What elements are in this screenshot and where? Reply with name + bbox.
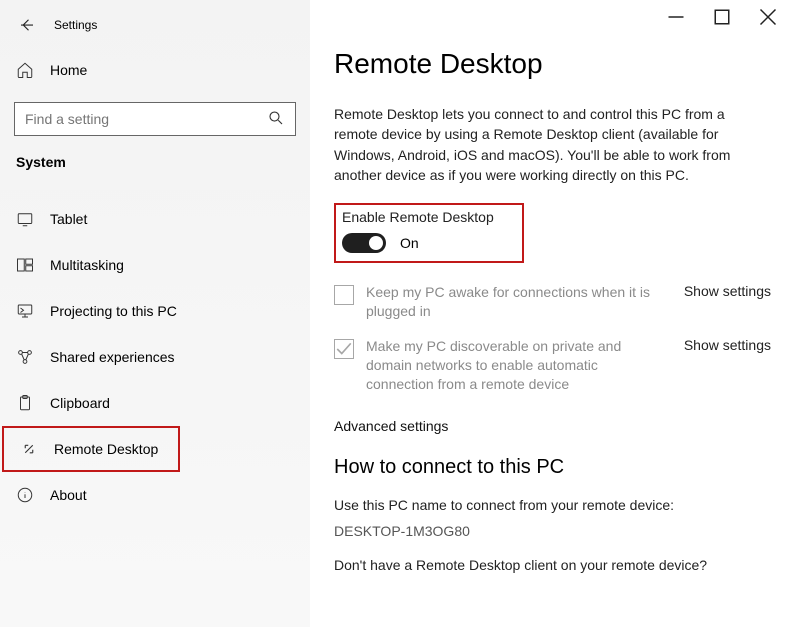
- minimize-icon: [667, 8, 685, 26]
- discoverable-checkbox[interactable]: [334, 339, 354, 359]
- pc-name: DESKTOP-1M3OG80: [334, 523, 771, 539]
- home-icon: [16, 61, 34, 79]
- nav-label: Remote Desktop: [54, 441, 158, 457]
- app-title: Settings: [46, 18, 97, 32]
- main-pane: Remote Desktop Remote Desktop lets you c…: [310, 0, 795, 627]
- search-input[interactable]: [25, 111, 267, 127]
- enable-toggle-block: Enable Remote Desktop On: [334, 203, 524, 263]
- page-title: Remote Desktop: [334, 48, 771, 80]
- tablet-icon: [16, 210, 34, 228]
- close-button[interactable]: [745, 2, 791, 32]
- nav-label: Shared experiences: [50, 349, 175, 365]
- nav-label: About: [50, 487, 87, 503]
- home-label: Home: [50, 62, 87, 78]
- nav-item-remote-desktop[interactable]: Remote Desktop: [2, 426, 180, 472]
- arrow-left-icon: [18, 16, 36, 34]
- nav-item-projecting[interactable]: Projecting to this PC: [0, 288, 310, 334]
- sidebar: Settings Home System Tablet: [0, 0, 310, 627]
- toggle-knob: [369, 236, 383, 250]
- minimize-button[interactable]: [653, 2, 699, 32]
- show-settings-link-1[interactable]: Show settings: [684, 283, 771, 299]
- connect-text: Use this PC name to connect from your re…: [334, 497, 771, 513]
- close-icon: [759, 8, 777, 26]
- nav-item-multitasking[interactable]: Multitasking: [0, 242, 310, 288]
- maximize-icon: [713, 8, 731, 26]
- enable-remote-desktop-toggle[interactable]: [342, 233, 386, 253]
- nav-item-about[interactable]: About: [0, 472, 310, 518]
- advanced-settings-link[interactable]: Advanced settings: [334, 418, 771, 434]
- projecting-icon: [16, 302, 34, 320]
- page-description: Remote Desktop lets you connect to and c…: [334, 104, 754, 185]
- about-icon: [16, 486, 34, 504]
- toggle-label: Enable Remote Desktop: [342, 209, 494, 225]
- nav-label: Clipboard: [50, 395, 110, 411]
- multitasking-icon: [16, 256, 34, 274]
- nav-item-clipboard[interactable]: Clipboard: [0, 380, 310, 426]
- nav-item-tablet[interactable]: Tablet: [0, 196, 310, 242]
- remote-desktop-icon: [20, 440, 38, 458]
- search-icon: [267, 109, 285, 130]
- shared-icon: [16, 348, 34, 366]
- nav-item-shared[interactable]: Shared experiences: [0, 334, 310, 380]
- toggle-state: On: [400, 235, 419, 251]
- window-controls: [653, 2, 791, 32]
- nav-label: Projecting to this PC: [50, 303, 177, 319]
- home-link[interactable]: Home: [0, 48, 310, 92]
- check-icon: [335, 340, 353, 358]
- keep-awake-checkbox[interactable]: [334, 285, 354, 305]
- no-client-text: Don't have a Remote Desktop client on yo…: [334, 557, 771, 573]
- nav-label: Tablet: [50, 211, 87, 227]
- clipboard-icon: [16, 394, 34, 412]
- keep-awake-label: Keep my PC awake for connections when it…: [366, 283, 664, 321]
- search-input-wrapper[interactable]: [14, 102, 296, 136]
- section-label: System: [0, 136, 310, 184]
- nav-label: Multitasking: [50, 257, 124, 273]
- back-button[interactable]: [8, 8, 46, 42]
- show-settings-link-2[interactable]: Show settings: [684, 337, 771, 353]
- discoverable-label: Make my PC discoverable on private and d…: [366, 337, 664, 394]
- connect-heading: How to connect to this PC: [334, 456, 771, 479]
- maximize-button[interactable]: [699, 2, 745, 32]
- nav-list: Tablet Multitasking Projecting to this P…: [0, 196, 310, 518]
